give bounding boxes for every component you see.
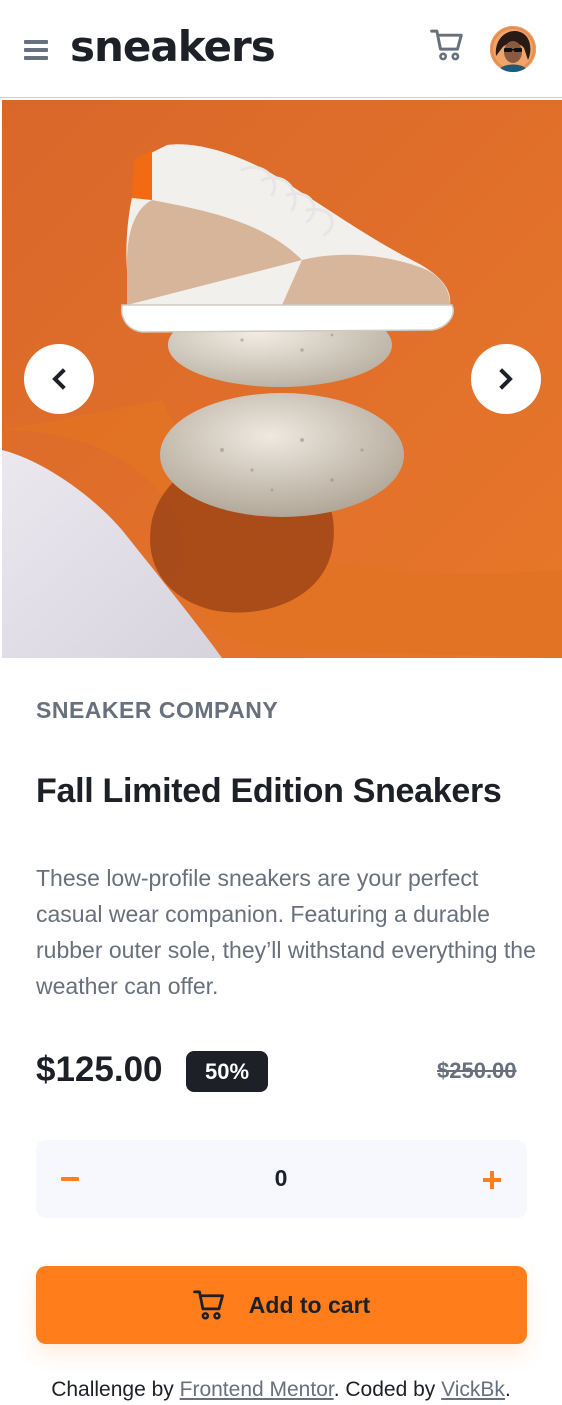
company-name: SNEAKER COMPANY [36, 697, 279, 723]
attribution: Challenge by Frontend Mentor. Coded by V… [0, 1378, 562, 1402]
attribution-suffix: . [504, 1378, 511, 1401]
cart-icon[interactable] [430, 28, 470, 64]
chevron-left-icon [52, 368, 66, 390]
quantity-value: 0 [274, 1165, 288, 1191]
current-price: $125.00 [36, 1050, 163, 1089]
minus-icon[interactable] [58, 1164, 82, 1194]
cart-icon [192, 1290, 224, 1320]
original-price: $250.00 [437, 1058, 517, 1083]
user-avatar[interactable] [490, 26, 536, 72]
discount-badge: 50% [186, 1051, 268, 1092]
author-link[interactable]: VickBk [441, 1378, 505, 1401]
quantity-stepper: 0 [36, 1140, 527, 1218]
add-to-cart-button[interactable]: Add to cart [36, 1266, 527, 1344]
add-to-cart-label: Add to cart [248, 1291, 371, 1318]
product-image-gallery [2, 100, 562, 658]
product-description: These low-profile sneakers are your perf… [36, 865, 536, 999]
frontend-mentor-link[interactable]: Frontend Mentor [180, 1378, 334, 1401]
hamburger-menu-icon[interactable] [24, 40, 48, 61]
plus-icon[interactable] [482, 1170, 506, 1194]
previous-image-button[interactable] [24, 344, 94, 414]
site-header: sneakers [0, 0, 562, 98]
attribution-prefix: Challenge by [51, 1378, 180, 1401]
next-image-button[interactable] [471, 344, 541, 414]
chevron-right-icon [499, 368, 513, 390]
attribution-middle: . Coded by [333, 1378, 442, 1401]
logo[interactable]: sneakers [70, 22, 276, 71]
product-title: Fall Limited Edition Sneakers [36, 772, 502, 810]
